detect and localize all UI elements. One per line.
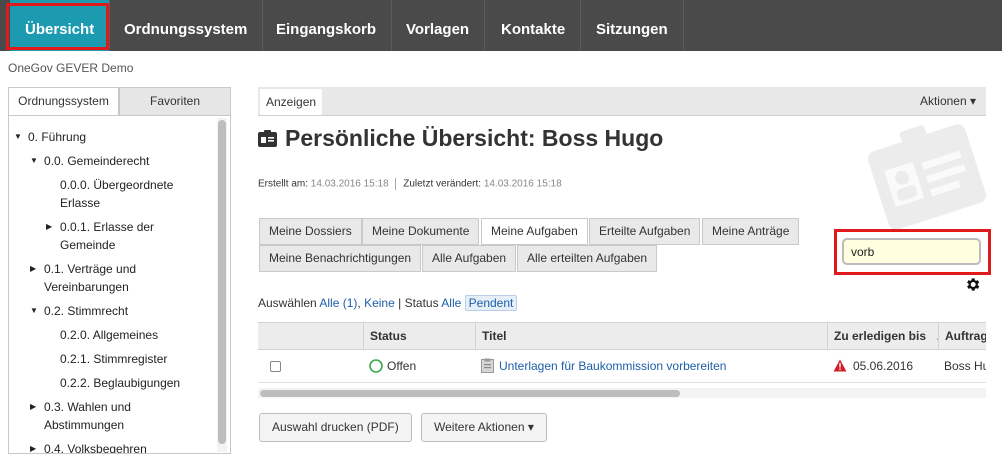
site-title: OneGov GEVER Demo <box>8 61 134 75</box>
tree-item-0-4[interactable]: ▶ 0.4. Volksbegehren <box>30 440 147 453</box>
status-cell: Offen <box>363 350 475 383</box>
collapsed-triangle-icon[interactable]: ▶ <box>30 398 36 416</box>
tab-alle-erteilten-aufgaben[interactable]: Alle erteilten Aufgaben <box>517 245 658 272</box>
search-input[interactable] <box>842 238 981 265</box>
column-auftraggeber[interactable]: Auftrag <box>938 323 986 350</box>
actions-menu[interactable]: Aktionen ▾ <box>920 87 976 116</box>
table-header: Status Titel Zu erledigen bis ↓ Auftrag <box>258 322 986 350</box>
open-circle-icon <box>369 359 383 373</box>
select-all-link[interactable]: Alle (1) <box>319 296 357 310</box>
task-icon <box>481 358 494 373</box>
assigner-cell: Boss Hu <box>944 359 986 373</box>
column-status[interactable]: Status <box>363 323 475 350</box>
nav-item-vorlagen[interactable]: Vorlagen <box>391 0 486 51</box>
due-date-cell: 05.06.2016 <box>827 350 938 383</box>
nav-item-eingangskorb[interactable]: Eingangskorb <box>261 0 393 51</box>
more-actions-button[interactable]: Weitere Aktionen ▾ <box>421 413 547 442</box>
page-title: Persönliche Übersicht: Boss Hugo <box>285 124 664 151</box>
left-panel-tabs: Ordnungssystem Favoriten <box>8 87 231 116</box>
tab-meine-dokumente[interactable]: Meine Dokumente <box>362 218 480 245</box>
collapsed-triangle-icon[interactable]: ▶ <box>30 260 36 278</box>
id-card-icon <box>258 129 277 147</box>
tab-meine-antraege[interactable]: Meine Anträge <box>702 218 800 245</box>
tree-scrollbar-thumb[interactable] <box>218 120 226 444</box>
warning-icon <box>833 359 847 372</box>
nav-item-ordnungssystem[interactable]: Ordnungssystem <box>109 0 264 51</box>
tab-erteilte-aufgaben[interactable]: Erteilte Aufgaben <box>589 218 701 245</box>
row-checkbox[interactable] <box>270 361 281 372</box>
tab-meine-aufgaben[interactable]: Meine Aufgaben <box>481 218 588 245</box>
print-selection-button[interactable]: Auswahl drucken (PDF) <box>259 413 412 442</box>
tree-item-0-2-2[interactable]: 0.2.2. Beglaubigungen <box>60 374 180 392</box>
tree-item-0-3[interactable]: ▶ 0.3. Wahlen und Abstimmungen <box>30 398 131 434</box>
expanded-triangle-icon[interactable]: ▼ <box>30 302 38 320</box>
tree-item-0-0-1[interactable]: ▶ 0.0.1. Erlasse der Gemeinde <box>46 218 154 254</box>
column-select <box>258 323 363 350</box>
status-all-link[interactable]: Alle <box>441 296 461 310</box>
table-horizontal-scrollbar[interactable] <box>258 388 986 398</box>
modified-date: 14.03.2016 15:18 <box>483 178 562 190</box>
content-toolbar: Anzeigen Aktionen ▾ <box>258 87 986 116</box>
document-meta: Erstellt am: 14.03.2016 15:18 Zuletzt ve… <box>258 178 562 190</box>
nav-item-kontakte[interactable]: Kontakte <box>486 0 582 51</box>
tree-item-0[interactable]: ▼ 0. Führung <box>14 128 86 146</box>
title-cell: Unterlagen für Baukommission vorbereiten <box>475 350 828 383</box>
collapsed-triangle-icon[interactable]: ▶ <box>46 218 52 236</box>
tab-meine-benachrichtigungen[interactable]: Meine Benachrichtigungen <box>259 245 422 272</box>
tree-item-0-0[interactable]: ▼ 0.0. Gemeinderecht <box>30 152 149 170</box>
tab-meine-dossiers[interactable]: Meine Dossiers <box>259 218 362 245</box>
column-zu-erledigen-bis[interactable]: Zu erledigen bis ↓ <box>827 323 938 350</box>
divider <box>395 178 397 190</box>
tree-item-0-2-1[interactable]: 0.2.1. Stimmregister <box>60 350 167 368</box>
gear-icon[interactable] <box>964 276 981 293</box>
collapsed-triangle-icon[interactable]: ▶ <box>30 440 36 453</box>
tab-alle-aufgaben[interactable]: Alle Aufgaben <box>422 245 517 272</box>
table-scrollbar-thumb[interactable] <box>260 390 680 397</box>
nav-item-uebersicht[interactable]: Übersicht <box>10 0 111 51</box>
nav-item-sitzungen[interactable]: Sitzungen <box>581 0 684 51</box>
expanded-triangle-icon[interactable]: ▼ <box>14 128 22 146</box>
tree-item-0-0-0[interactable]: 0.0.0. Übergeordnete Erlasse <box>60 176 173 212</box>
tab-favoriten[interactable]: Favoriten <box>119 87 231 116</box>
tree-item-0-2-0[interactable]: 0.2.0. Allgemeines <box>60 326 158 344</box>
watermark-id-card-icon <box>868 124 986 230</box>
main-navigation: Übersicht Ordnungssystem Eingangskorb Vo… <box>0 0 1002 51</box>
filter-bar: Auswählen Alle (1), Keine | Status Alle … <box>258 295 518 311</box>
created-date: 14.03.2016 15:18 <box>310 178 389 190</box>
column-titel[interactable]: Titel <box>475 323 828 350</box>
table-row: Offen Unterlagen für Baukommission vorbe… <box>258 350 986 383</box>
tab-ordnungssystem[interactable]: Ordnungssystem <box>8 87 119 116</box>
status-pending-filter[interactable]: Pendent <box>464 295 518 311</box>
show-tab[interactable]: Anzeigen <box>260 89 323 115</box>
tree-item-0-1[interactable]: ▶ 0.1. Verträge und Vereinbarungen <box>30 260 136 296</box>
task-title-link[interactable]: Unterlagen für Baukommission vorbereiten <box>499 359 726 373</box>
tree-scrollbar[interactable] <box>217 118 227 452</box>
select-none-link[interactable]: Keine <box>364 296 395 310</box>
tree-item-0-2[interactable]: ▼ 0.2. Stimmrecht <box>30 302 128 320</box>
page-title-row: Persönliche Übersicht: Boss Hugo <box>258 122 663 154</box>
expanded-triangle-icon[interactable]: ▼ <box>30 152 38 170</box>
navigation-tree: ▼ 0. Führung ▼ 0.0. Gemeinderecht 0.0.0.… <box>8 115 231 454</box>
